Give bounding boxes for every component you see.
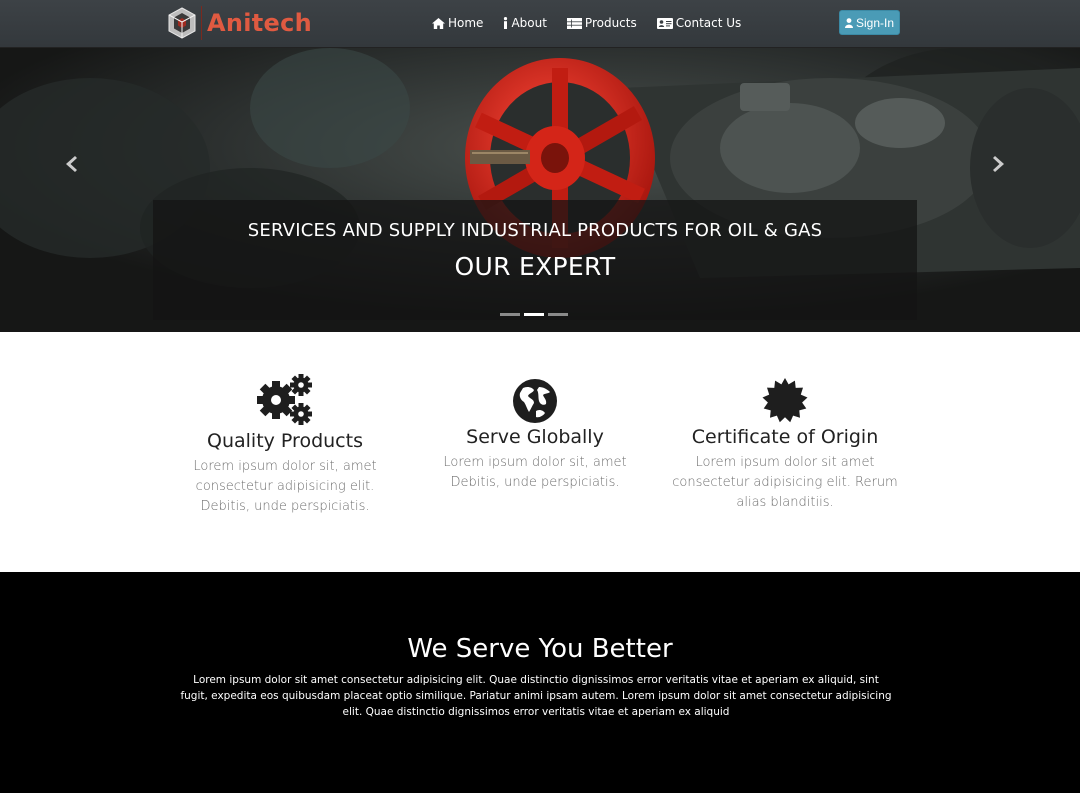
- main-nav: Home About Products Contact Us: [432, 0, 761, 46]
- hero-subtitle: SERVICES AND SUPPLY INDUSTRIAL PRODUCTS …: [247, 220, 823, 241]
- gears-icon: [257, 374, 312, 425]
- serve-section: We Serve You Better Lorem ipsum dolor si…: [0, 572, 1080, 793]
- hero-caption: SERVICES AND SUPPLY INDUSTRIAL PRODUCTS …: [153, 200, 917, 320]
- top-navbar: Anitech Home About Products Contact Us S…: [0, 0, 1080, 48]
- sign-in-button[interactable]: Sign-In: [839, 10, 900, 35]
- home-icon: [432, 17, 445, 29]
- brand-name: Anitech: [207, 9, 313, 37]
- nav-item-label: About: [511, 16, 547, 30]
- feature-title: Serve Globally: [466, 426, 604, 448]
- nav-item-home[interactable]: Home: [432, 16, 483, 30]
- feature-text: Lorem ipsum dolor sit, amet consectetur …: [193, 459, 377, 514]
- serve-text: Lorem ipsum dolor sit amet consectetur a…: [180, 674, 892, 718]
- list-icon: [566, 17, 582, 29]
- carousel-next-icon[interactable]: [989, 154, 1009, 174]
- certificate-icon: [762, 378, 808, 423]
- page-bottom-strip: [0, 793, 1080, 802]
- carousel-indicator-1[interactable]: [500, 313, 520, 316]
- nav-item-label: Home: [448, 16, 484, 30]
- brand-link[interactable]: Anitech: [168, 6, 312, 40]
- feature-certificate-of-origin: Certificate of Origin Lorem ipsum dolor …: [670, 378, 900, 513]
- user-icon: [844, 17, 853, 28]
- carousel-indicators: [500, 313, 572, 316]
- features-section: Quality Products Lorem ipsum dolor sit, …: [0, 332, 1080, 572]
- contact-card-icon: [656, 17, 673, 29]
- globe-icon: [513, 379, 557, 423]
- hero-title: OUR EXPERT: [454, 252, 616, 281]
- nav-item-products[interactable]: Products: [566, 16, 637, 30]
- nav-item-label: Contact Us: [675, 16, 742, 30]
- feature-quality-products: Quality Products Lorem ipsum dolor sit, …: [170, 374, 400, 517]
- brand-logo-icon: [168, 7, 196, 39]
- feature-text: Lorem ipsum dolor sit amet consectetur a…: [672, 455, 898, 510]
- feature-title: Certificate of Origin: [691, 426, 879, 448]
- nav-item-label: Products: [584, 16, 637, 30]
- carousel-prev-icon[interactable]: [61, 154, 81, 174]
- nav-item-about[interactable]: About: [503, 16, 547, 30]
- sign-in-label: Sign-In: [855, 15, 895, 30]
- brand-divider: [201, 6, 202, 40]
- feature-serve-globally: Serve Globally Lorem ipsum dolor sit, am…: [420, 378, 650, 493]
- carousel-indicator-2[interactable]: [524, 313, 544, 316]
- hero-carousel: SERVICES AND SUPPLY INDUSTRIAL PRODUCTS …: [0, 48, 1080, 332]
- info-icon: [504, 17, 508, 29]
- feature-title: Quality Products: [207, 430, 363, 452]
- feature-text: Lorem ipsum dolor sit, amet Debitis, und…: [443, 455, 627, 490]
- carousel-indicator-3[interactable]: [548, 313, 568, 316]
- nav-item-contact[interactable]: Contact Us: [656, 16, 742, 30]
- serve-title: We Serve You Better: [407, 634, 673, 664]
